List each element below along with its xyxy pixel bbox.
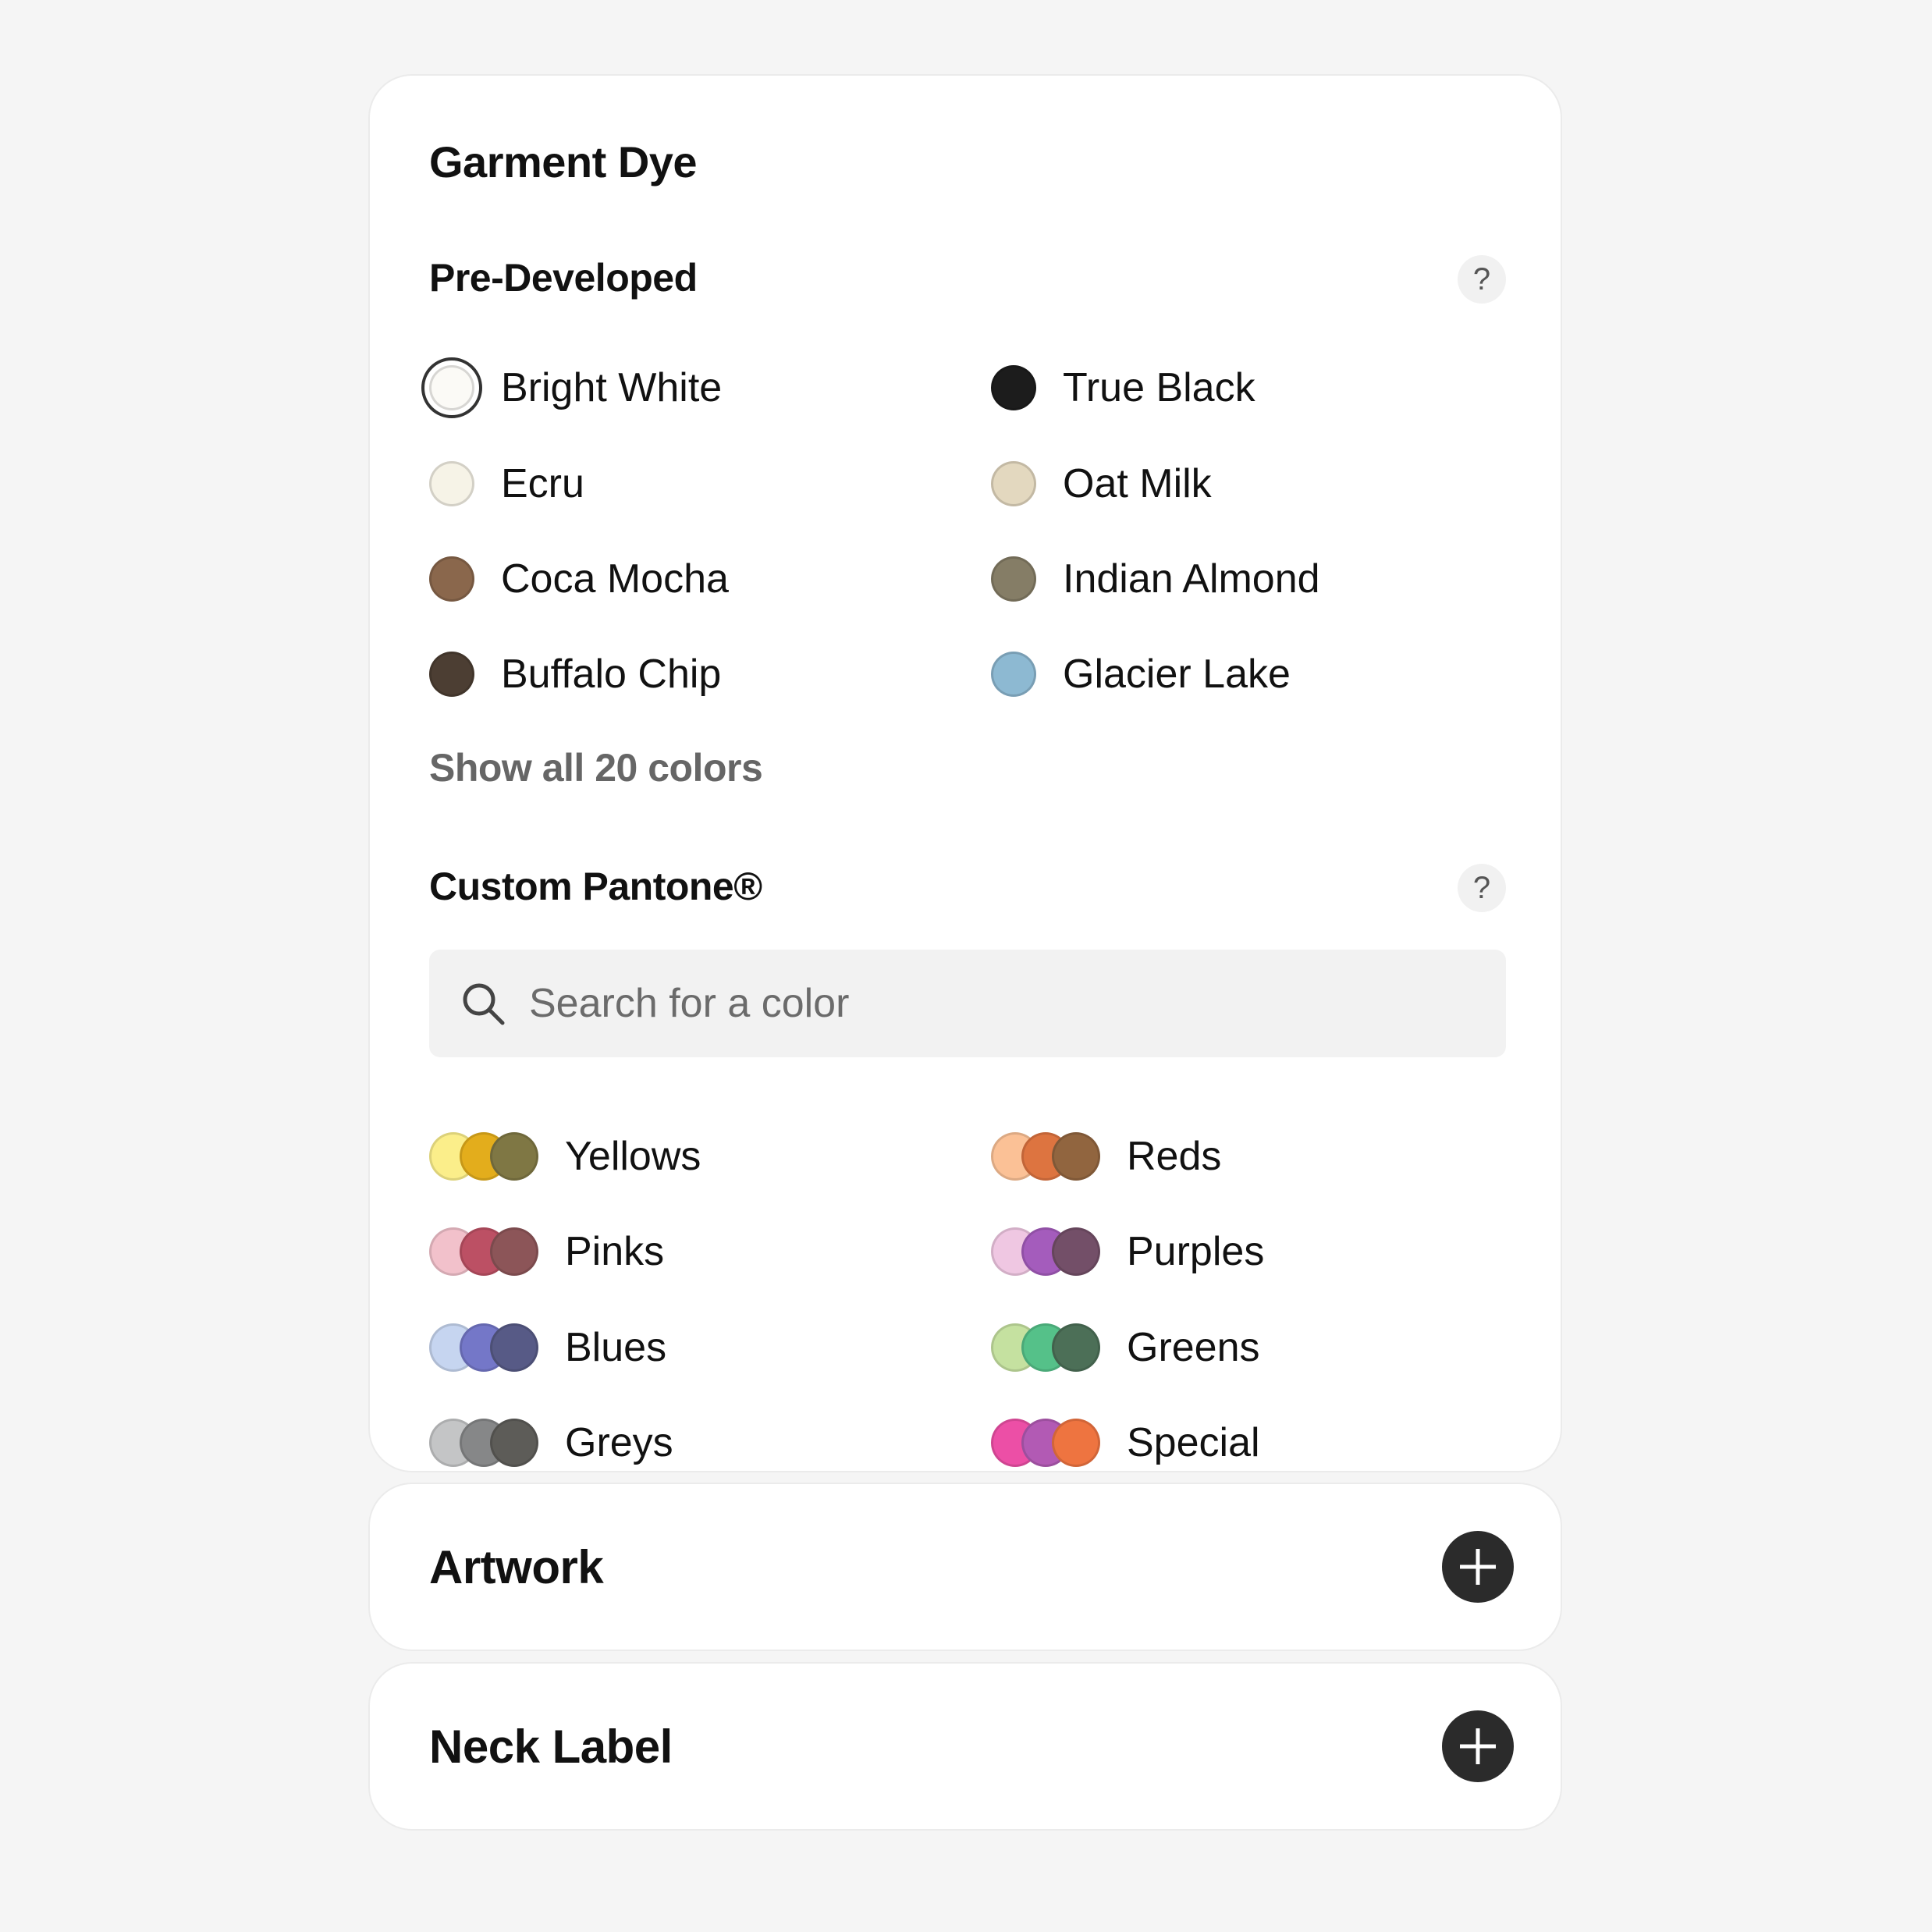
color-family-yellows[interactable]: Yellows — [429, 1129, 701, 1184]
color-family-label: Blues — [565, 1325, 667, 1370]
color-swatch — [991, 652, 1036, 697]
color-search-box — [429, 950, 1506, 1057]
custom-pantone-help-icon[interactable]: ? — [1458, 864, 1506, 912]
color-swatch — [429, 652, 474, 697]
pre-developed-heading: Pre-Developed — [429, 256, 698, 300]
color-family-label: Greys — [565, 1420, 673, 1465]
garment-dye-title: Garment Dye — [429, 137, 698, 186]
color-family-swatches — [429, 1419, 538, 1467]
color-family-label: Purples — [1127, 1229, 1265, 1274]
color-swatch — [421, 357, 482, 418]
artwork-card[interactable]: Artwork — [368, 1483, 1562, 1651]
color-label: Glacier Lake — [1063, 652, 1291, 697]
color-swatch — [991, 556, 1036, 602]
neck-label-card[interactable]: Neck Label — [368, 1662, 1562, 1831]
artwork-title: Artwork — [429, 1541, 604, 1593]
color-family-label: Greens — [1127, 1325, 1260, 1370]
color-family-purples[interactable]: Purples — [991, 1224, 1264, 1279]
color-swatch — [991, 461, 1036, 506]
color-label: Oat Milk — [1063, 461, 1212, 506]
color-family-swatches — [429, 1132, 538, 1181]
color-search-input[interactable] — [529, 950, 1465, 1057]
color-family-reds[interactable]: Reds — [991, 1129, 1221, 1184]
add-neck-label-plus-icon[interactable] — [1442, 1710, 1514, 1782]
custom-pantone-heading: Custom Pantone® — [429, 865, 762, 908]
color-option-bright-white[interactable]: Bright White — [421, 357, 723, 418]
color-label: Ecru — [501, 461, 584, 506]
color-option-glacier-lake[interactable]: Glacier Lake — [991, 647, 1291, 701]
color-family-label: Yellows — [565, 1134, 701, 1179]
search-icon — [463, 983, 505, 1025]
color-swatch — [991, 365, 1036, 410]
color-family-label: Pinks — [565, 1229, 665, 1274]
color-option-buffalo-chip[interactable]: Buffalo Chip — [429, 647, 721, 701]
color-family-swatches — [429, 1323, 538, 1372]
color-family-swatches — [991, 1132, 1100, 1181]
color-family-special[interactable]: Special — [991, 1415, 1260, 1470]
color-label: Indian Almond — [1063, 556, 1320, 602]
color-family-greys[interactable]: Greys — [429, 1415, 673, 1470]
color-option-ecru[interactable]: Ecru — [429, 456, 584, 511]
show-all-colors-link[interactable]: Show all 20 colors — [429, 745, 763, 790]
add-artwork-plus-icon[interactable] — [1442, 1531, 1514, 1603]
color-label: Buffalo Chip — [501, 652, 722, 697]
color-option-coca-mocha[interactable]: Coca Mocha — [429, 552, 729, 606]
color-label: True Black — [1063, 365, 1255, 410]
color-option-oat-milk[interactable]: Oat Milk — [991, 456, 1212, 511]
color-family-label: Special — [1127, 1420, 1260, 1465]
color-swatch — [429, 556, 474, 602]
color-swatch — [429, 461, 474, 506]
garment-dye-card: Garment Dye Pre-Developed ? Bright White… — [368, 74, 1562, 1472]
color-label: Bright White — [501, 365, 723, 410]
neck-label-title: Neck Label — [429, 1721, 673, 1773]
color-family-swatches — [991, 1419, 1100, 1467]
color-family-blues[interactable]: Blues — [429, 1320, 666, 1375]
color-label: Coca Mocha — [501, 556, 729, 602]
color-option-true-black[interactable]: True Black — [991, 360, 1255, 415]
color-family-swatches — [991, 1227, 1100, 1276]
color-family-swatches — [991, 1323, 1100, 1372]
color-family-label: Reds — [1127, 1134, 1222, 1179]
color-option-indian-almond[interactable]: Indian Almond — [991, 552, 1320, 606]
color-family-swatches — [429, 1227, 538, 1276]
color-family-greens[interactable]: Greens — [991, 1320, 1260, 1375]
color-family-pinks[interactable]: Pinks — [429, 1224, 664, 1279]
pre-developed-help-icon[interactable]: ? — [1458, 255, 1506, 304]
